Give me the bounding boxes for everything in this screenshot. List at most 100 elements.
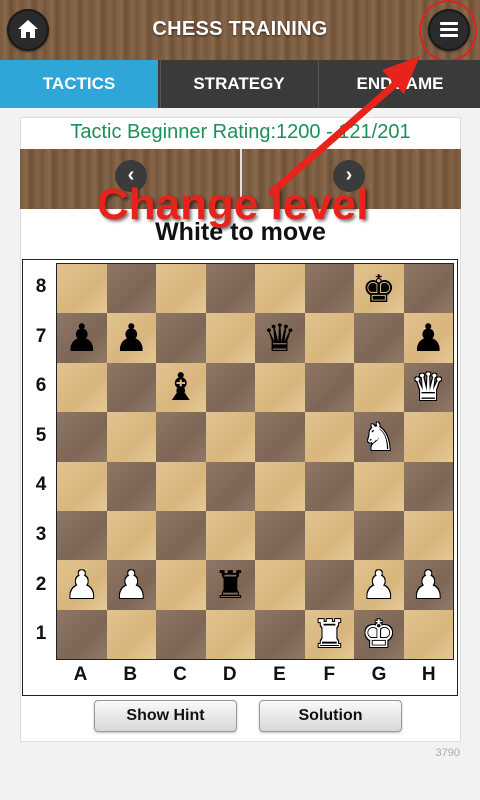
file-label: E [273, 664, 286, 685]
square-b5[interactable] [106, 412, 156, 462]
square-a5[interactable] [57, 412, 107, 462]
square-e8[interactable] [255, 264, 305, 314]
square-b7[interactable]: ♟ [106, 313, 156, 363]
rank-label: 4 [35, 474, 47, 496]
black-king-icon[interactable]: ♚ [362, 270, 396, 308]
square-a8[interactable] [57, 264, 107, 314]
square-h3[interactable] [403, 510, 453, 561]
square-e3[interactable] [255, 510, 305, 561]
puzzle-id: 3790 [435, 747, 460, 759]
square-d8[interactable] [205, 264, 255, 314]
square-e5[interactable] [255, 412, 305, 462]
square-g8[interactable]: ♚ [354, 264, 404, 314]
square-g5[interactable]: ♞ [354, 412, 404, 462]
square-a1[interactable] [57, 609, 107, 659]
square-g3[interactable] [354, 510, 404, 561]
white-pawn-icon[interactable]: ♟ [65, 566, 99, 604]
square-h1[interactable] [403, 609, 453, 659]
rank-label: 8 [35, 276, 47, 297]
square-g4[interactable] [354, 461, 404, 511]
square-h4[interactable] [403, 461, 453, 511]
file-label: C [173, 664, 187, 685]
annotation-label: Change level [97, 180, 369, 229]
square-a7[interactable]: ♟ [57, 313, 107, 363]
square-g2[interactable]: ♟ [354, 560, 404, 610]
square-d2[interactable]: ♜ [205, 560, 255, 610]
black-bishop-icon[interactable]: ♝ [164, 368, 198, 406]
square-c2[interactable] [156, 560, 206, 610]
square-f1[interactable]: ♜ [304, 609, 354, 659]
black-pawn-icon[interactable]: ♟ [411, 319, 445, 357]
square-c1[interactable] [156, 609, 206, 659]
square-b2[interactable]: ♟ [106, 560, 156, 610]
square-b1[interactable] [106, 609, 156, 659]
square-c8[interactable] [156, 264, 206, 314]
white-pawn-icon[interactable]: ♟ [411, 566, 445, 604]
solution-button[interactable]: Solution [259, 700, 402, 732]
white-pawn-icon[interactable]: ♟ [362, 566, 396, 604]
file-label: A [73, 664, 88, 685]
square-h2[interactable]: ♟ [403, 560, 453, 610]
black-queen-icon[interactable]: ♛ [263, 319, 297, 357]
rank-label: 6 [35, 375, 47, 397]
file-label: B [123, 664, 138, 685]
square-f6[interactable] [304, 362, 354, 413]
file-label: H [421, 664, 436, 685]
white-pawn-icon[interactable]: ♟ [114, 566, 148, 604]
square-c3[interactable] [156, 510, 206, 561]
square-c7[interactable] [156, 313, 206, 363]
chess-board[interactable]: ♚ ♟ ♟ ♛ ♟ ♝ ♛ ♞ ♟ ♟ ♜ ♟ ♟ ♜ ♚ [56, 263, 454, 660]
square-g6[interactable] [354, 362, 404, 413]
white-rook-icon[interactable]: ♜ [312, 615, 346, 653]
square-e2[interactable] [255, 560, 305, 610]
square-f2[interactable] [304, 560, 354, 610]
show-hint-button[interactable]: Show Hint [94, 700, 237, 732]
rank-label: 1 [35, 623, 47, 645]
square-d3[interactable] [205, 510, 255, 561]
square-d4[interactable] [205, 461, 255, 511]
square-f7[interactable] [304, 313, 354, 363]
square-g7[interactable] [354, 313, 404, 363]
square-h6[interactable]: ♛ [403, 362, 453, 413]
rank-label: 2 [35, 573, 47, 595]
rank-label: 5 [35, 424, 47, 446]
square-f4[interactable] [304, 461, 354, 511]
square-h8[interactable] [403, 264, 453, 314]
square-e6[interactable] [255, 362, 305, 413]
square-d7[interactable] [205, 313, 255, 363]
square-b8[interactable] [106, 264, 156, 314]
square-c5[interactable] [156, 412, 206, 462]
white-knight-icon[interactable]: ♞ [362, 418, 396, 456]
square-a4[interactable] [57, 461, 107, 511]
square-c6[interactable]: ♝ [156, 362, 206, 413]
square-d6[interactable] [205, 362, 255, 413]
file-label: D [222, 664, 237, 685]
square-d1[interactable] [205, 609, 255, 659]
white-king-icon[interactable]: ♚ [362, 615, 396, 653]
square-a3[interactable] [57, 510, 107, 561]
white-queen-icon[interactable]: ♛ [411, 368, 445, 406]
square-f3[interactable] [304, 510, 354, 561]
square-e1[interactable] [255, 609, 305, 659]
black-rook-icon[interactable]: ♜ [213, 566, 247, 604]
square-h5[interactable] [403, 412, 453, 462]
rank-label: 7 [35, 325, 47, 347]
square-b3[interactable] [106, 510, 156, 561]
square-f8[interactable] [304, 264, 354, 314]
square-e4[interactable] [255, 461, 305, 511]
square-d5[interactable] [205, 412, 255, 462]
file-label: F [323, 664, 336, 685]
square-a6[interactable] [57, 362, 107, 413]
square-b6[interactable] [106, 362, 156, 413]
black-pawn-icon[interactable]: ♟ [114, 319, 148, 357]
rank-label: 3 [35, 524, 47, 545]
square-f5[interactable] [304, 412, 354, 462]
square-h7[interactable]: ♟ [403, 313, 453, 363]
file-label: G [371, 664, 387, 685]
square-b4[interactable] [106, 461, 156, 511]
square-a2[interactable]: ♟ [57, 560, 107, 610]
square-c4[interactable] [156, 461, 206, 511]
square-e7[interactable]: ♛ [255, 313, 305, 363]
black-pawn-icon[interactable]: ♟ [65, 319, 99, 357]
square-g1[interactable]: ♚ [354, 609, 404, 659]
